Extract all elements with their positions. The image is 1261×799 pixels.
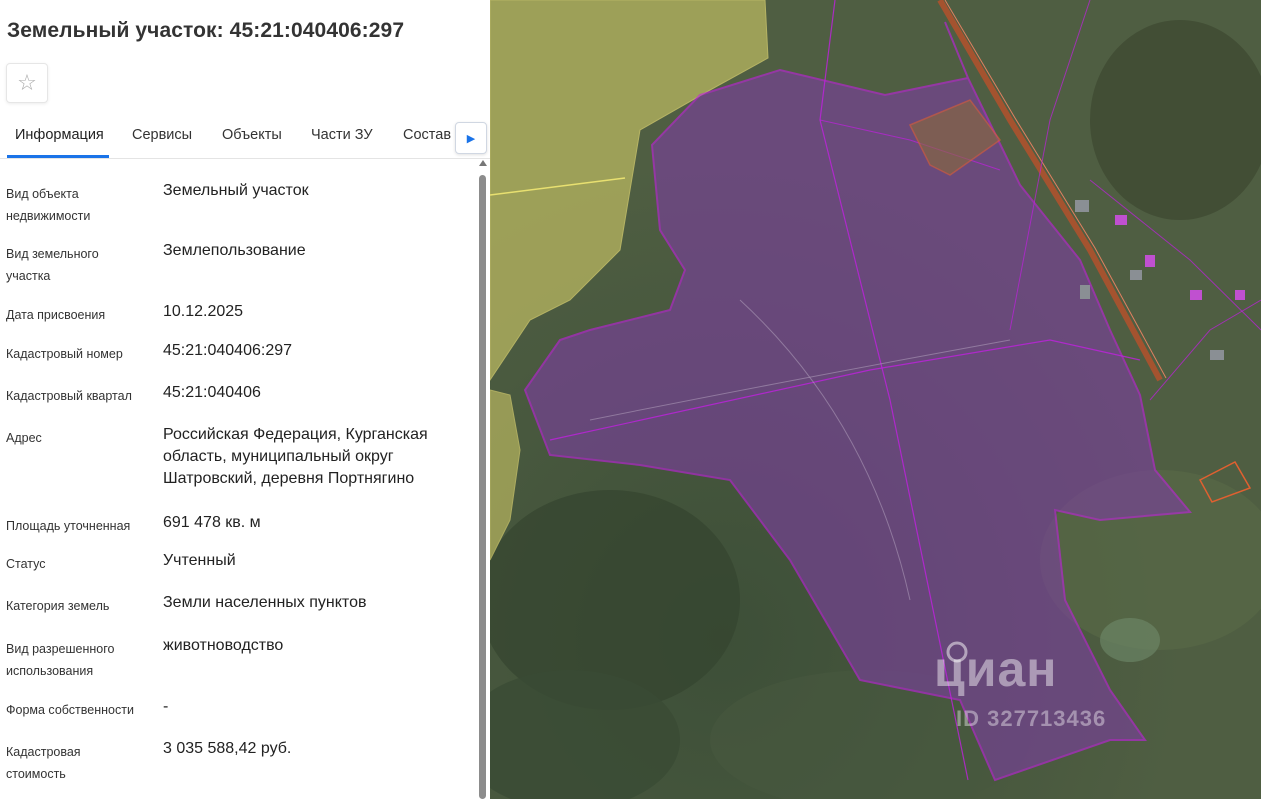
tab-information[interactable]: Информация [15,127,104,143]
info-value: Российская Федерация, Курганская область… [163,426,428,487]
active-tab-indicator [7,155,109,158]
building [1235,290,1245,300]
triangle-right-icon: ▶ [466,132,476,145]
tab-parts[interactable]: Части ЗУ [311,127,373,143]
info-label: Дата присвоения [6,308,106,322]
pond [1100,618,1160,662]
tab-objects[interactable]: Объекты [222,127,282,143]
building [1115,215,1127,225]
info-label: Вид земельного участка [6,247,99,283]
info-label: Категория земель [6,599,110,613]
watermark-logo: циан [934,641,1058,697]
info-label: Адрес [6,431,42,445]
info-value: 10.12.2025 [163,303,244,320]
map-canvas[interactable] [490,0,1261,799]
info-label: Кадастровый номер [6,347,123,361]
info-label: Форма собственности [6,703,134,717]
info-label: Площадь уточненная [6,519,131,533]
info-value: 3 035 588,42 руб. [163,740,292,757]
scrollbar-thumb[interactable] [479,175,486,799]
info-value: Землепользование [163,242,306,259]
info-label: Кадастровый квартал [6,389,132,403]
tabs-scroll-right-button[interactable]: ▶ [455,122,487,154]
building [1130,270,1142,280]
page-title: Земельный участок: 45:21:040406:297 [7,19,405,42]
info-value: Земли населенных пунктов [163,594,367,611]
building [1075,200,1089,212]
favorite-button[interactable]: ☆ [6,63,48,103]
info-value: 45:21:040406 [163,384,261,401]
tab-bar: Информация Сервисы Объекты Части ЗУ Сост… [0,118,490,159]
info-value: животноводство [163,637,284,654]
info-panel: Земельный участок: 45:21:040406:297 ☆ Ин… [0,0,490,799]
satellite-map[interactable]: циан ID 327713436 [490,0,1261,799]
building [1210,350,1224,360]
building [1145,255,1155,267]
info-label: Кадастровая стоимость [6,745,81,781]
info-label: Статус [6,557,46,571]
info-label: Вид объекта недвижимости [6,187,91,223]
star-icon: ☆ [17,70,37,95]
info-label: Вид разрешенного использования [6,642,115,678]
tab-composition[interactable]: Состав [403,127,451,143]
scrollbar[interactable] [478,160,488,799]
info-value: 691 478 кв. м [163,514,261,531]
info-value: - [163,698,169,715]
info-value: 45:21:040406:297 [163,342,293,359]
watermark-id: ID 327713436 [956,706,1107,731]
info-value: Земельный участок [163,182,309,199]
scroll-up-arrow-icon[interactable] [479,160,487,166]
building [1190,290,1202,300]
tab-services[interactable]: Сервисы [132,127,192,143]
building [1080,285,1090,299]
info-value: Учтенный [163,552,236,569]
